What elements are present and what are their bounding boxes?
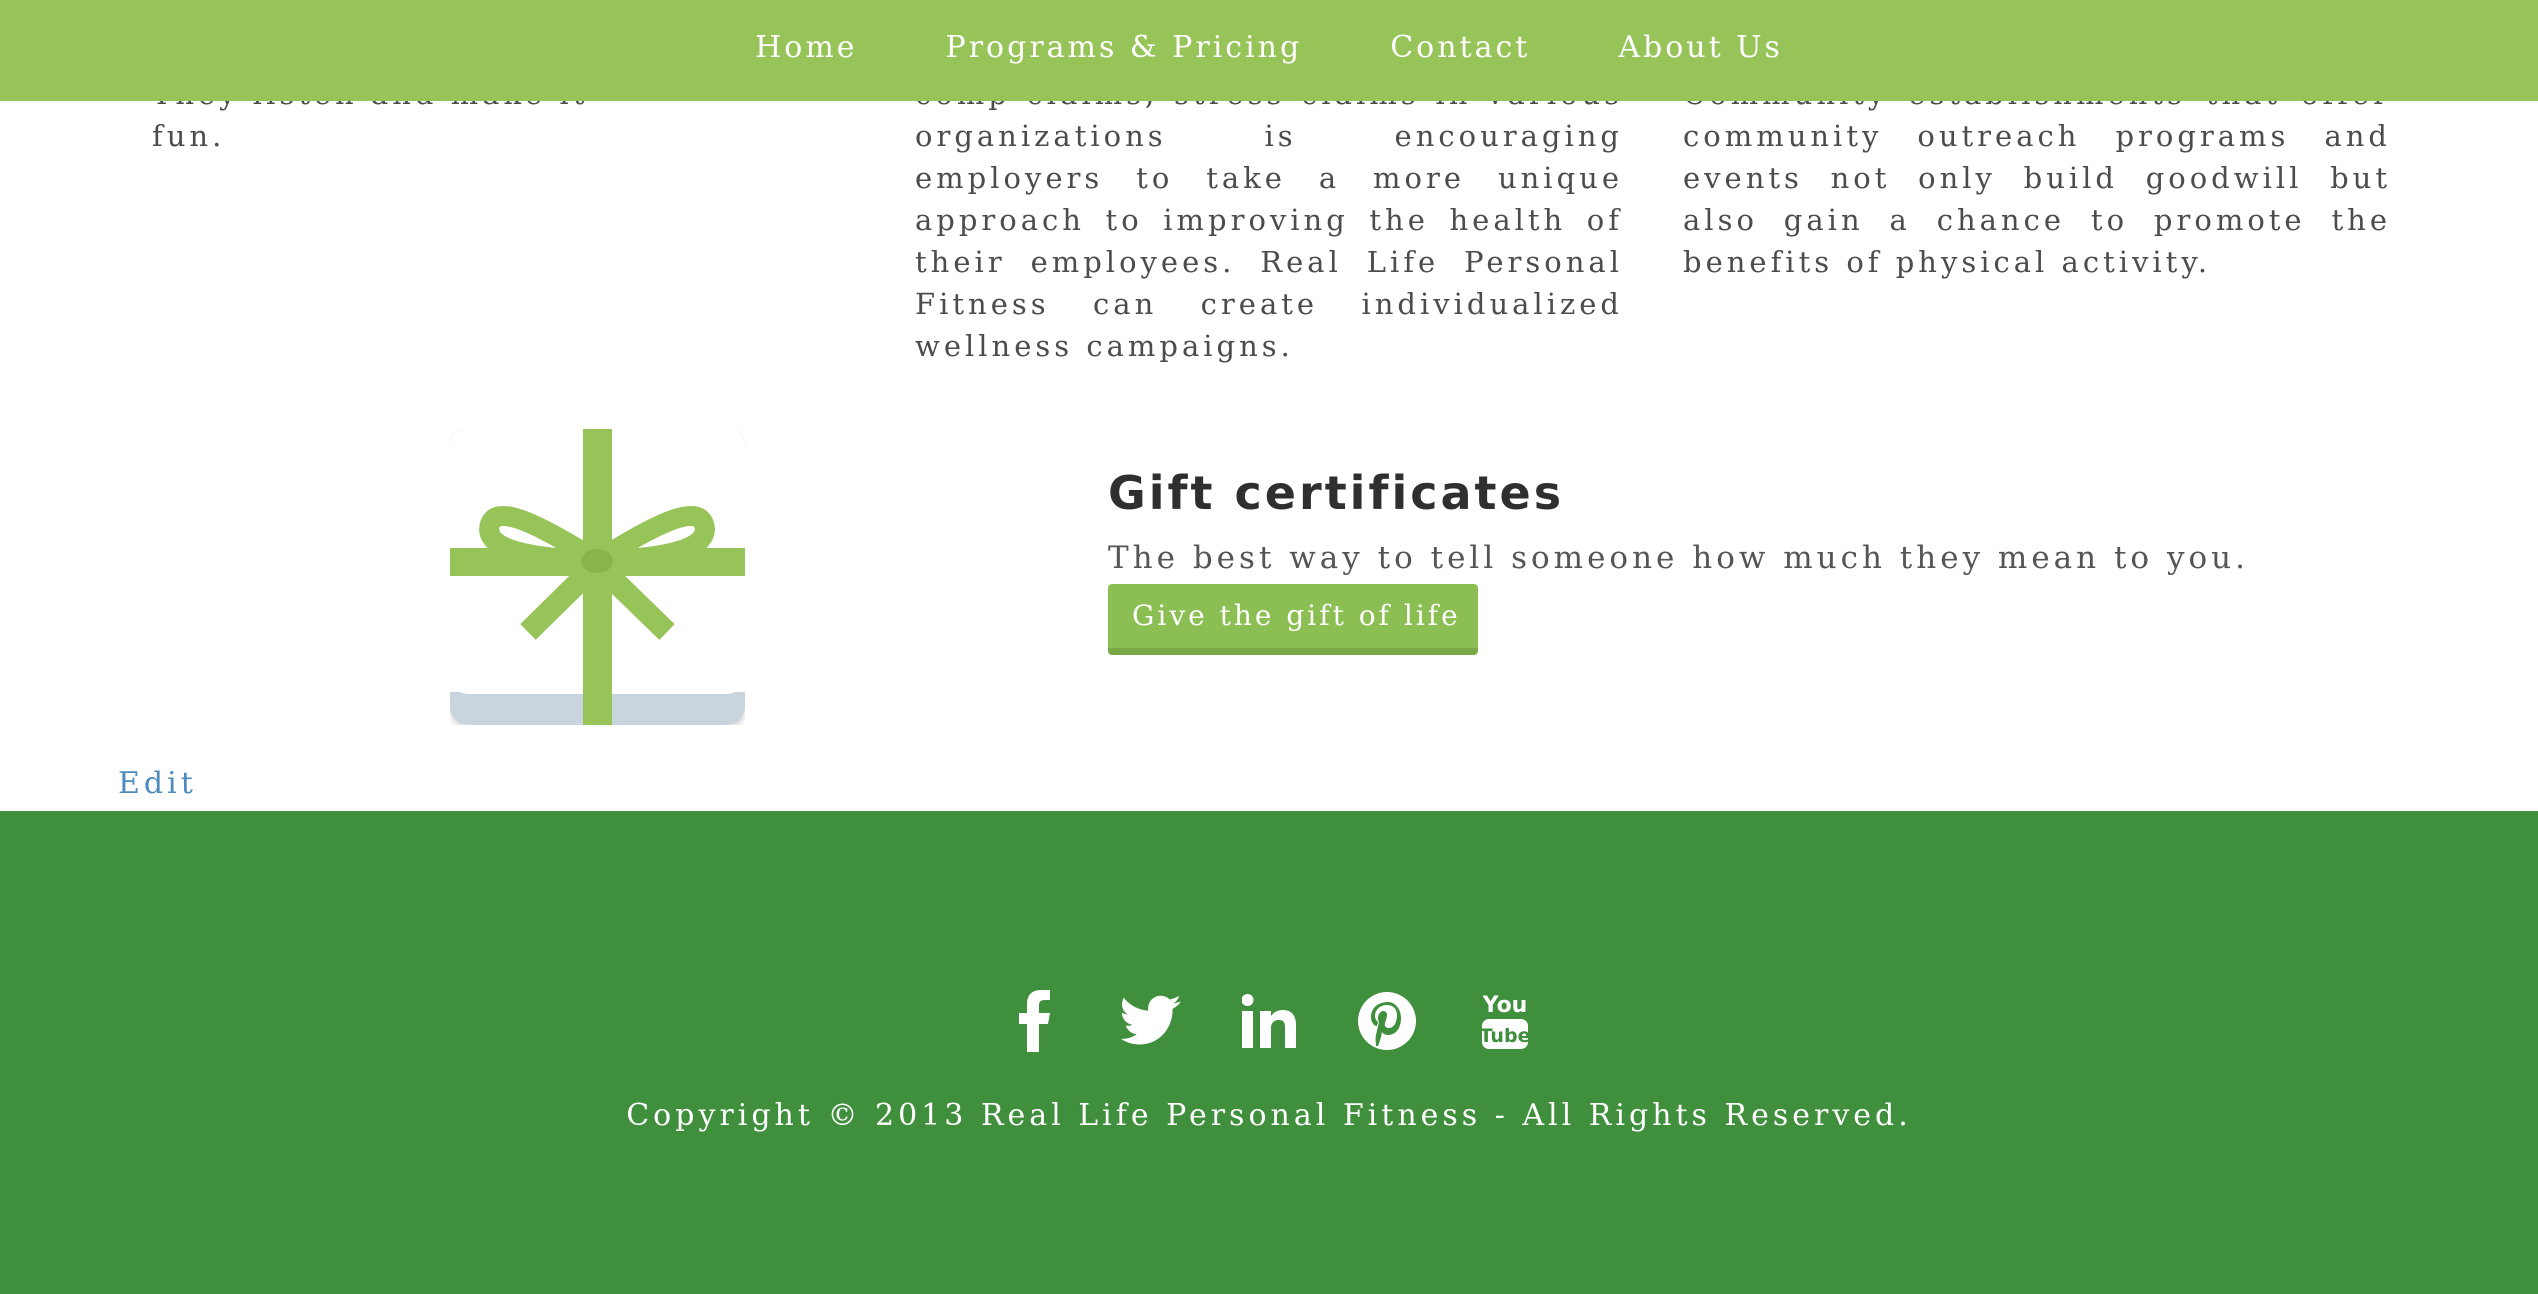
- top-navigation-bar: Home Programs & Pricing Contact About Us: [0, 0, 2538, 101]
- nav-programs-pricing[interactable]: Programs & Pricing: [946, 30, 1303, 65]
- twitter-icon[interactable]: [1121, 990, 1181, 1052]
- nav-contact[interactable]: Contact: [1390, 30, 1530, 65]
- give-gift-button[interactable]: Give the gift of life: [1108, 584, 1478, 655]
- column-right-text: Community establishments that offer comm…: [1683, 77, 2391, 279]
- youtube-icon[interactable]: You Tube: [1475, 990, 1535, 1052]
- copyright-text: Copyright © 2013 Real Life Personal Fitn…: [626, 1098, 1912, 1133]
- pinterest-icon[interactable]: [1357, 990, 1417, 1052]
- svg-text:Tube: Tube: [1480, 1025, 1530, 1047]
- gift-box-icon: [450, 429, 745, 725]
- page: They listen and make it fun. comp claims…: [0, 0, 2538, 1294]
- gift-certificates-title: Gift certificates: [1108, 466, 1565, 520]
- nav-home[interactable]: Home: [755, 30, 857, 65]
- nav-about-us[interactable]: About Us: [1618, 30, 1783, 65]
- linkedin-icon[interactable]: [1239, 990, 1299, 1052]
- svg-text:You: You: [1482, 993, 1528, 1018]
- social-icons: You Tube: [0, 990, 2538, 1052]
- edit-link[interactable]: Edit: [118, 766, 197, 801]
- footer: [0, 811, 2538, 1294]
- main-nav: Home Programs & Pricing Contact About Us: [755, 30, 1783, 65]
- column-middle-text: comp claims, stress claims in various or…: [915, 77, 1623, 363]
- facebook-icon[interactable]: [1003, 990, 1063, 1052]
- gift-certificates-subtitle: The best way to tell someone how much th…: [1108, 540, 2249, 576]
